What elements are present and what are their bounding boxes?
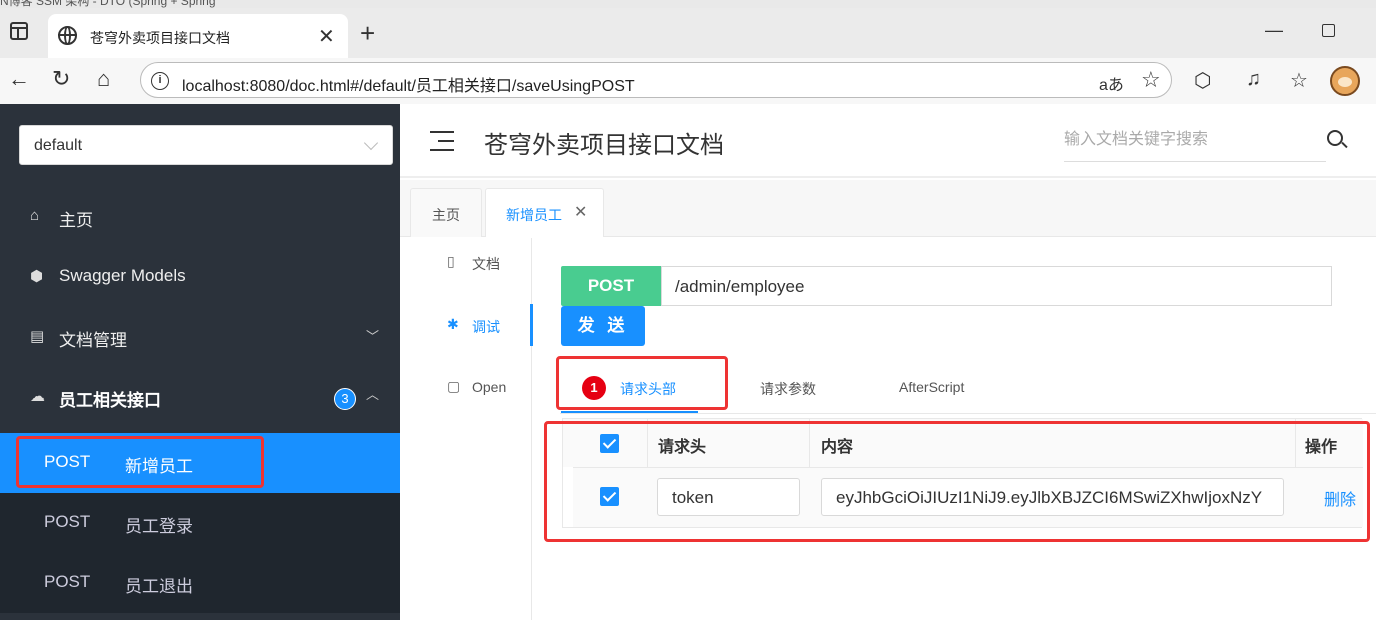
media-icon[interactable]: ♫	[1246, 68, 1261, 91]
api-item-employee-logout[interactable]: POST 员工退出	[0, 553, 400, 613]
browser-tabbar: 苍穹外卖项目接口文档 ✕ + —	[0, 8, 1376, 58]
api-name: 员工登录	[125, 517, 193, 536]
api-name: 员工退出	[125, 577, 193, 596]
new-tab-icon[interactable]: +	[360, 18, 375, 49]
sidebar-item-label: Swagger Models	[59, 266, 186, 285]
menu-fold-icon[interactable]	[430, 131, 454, 151]
profile-avatar[interactable]	[1330, 66, 1360, 96]
header-key-input[interactable]: token	[657, 478, 800, 516]
tab-label: 新增员工	[506, 207, 562, 223]
tab-label: 主页	[432, 207, 460, 223]
page-title: 苍穹外卖项目接口文档	[484, 132, 724, 159]
side-tab-label: Open	[472, 379, 507, 395]
tab-request-headers[interactable]: 请求头部	[620, 379, 676, 399]
favorites-icon[interactable]: ☆	[1290, 68, 1308, 93]
globe-icon	[58, 26, 77, 45]
sidebar-item-swagger-models[interactable]: ⬢ Swagger Models	[0, 247, 400, 307]
header-value-input[interactable]: eyJhbGciOiJIUzI1NiJ9.eyJlbXBJZCI6MSwiZXh…	[821, 478, 1284, 516]
background-tab-text: N博客 SSM 架构 - DTO (Spring + Spring	[0, 0, 216, 8]
home-icon[interactable]: ⌂	[97, 66, 110, 92]
doc-manage-icon: ▤	[30, 328, 45, 345]
tab-add-employee[interactable]: 新增员工 ✕	[485, 188, 604, 237]
side-tab-label: 调试	[472, 319, 500, 335]
tab-close-icon[interactable]: ✕	[318, 24, 335, 49]
api-method: POST	[44, 572, 91, 591]
group-select[interactable]: default	[19, 125, 393, 165]
search-icon[interactable]	[1327, 130, 1343, 146]
url-field[interactable]: i localhost:8080/doc.html#/default/员工相关接…	[140, 62, 1172, 98]
site-info-icon[interactable]: i	[151, 72, 169, 90]
annotation-marker: 1	[582, 376, 606, 400]
minimize-icon[interactable]: —	[1265, 20, 1283, 41]
api-method: POST	[44, 512, 91, 531]
sidebar-item-home[interactable]: ⌂ 主页	[0, 187, 400, 247]
read-aloud-icon[interactable]: aあ	[1099, 71, 1124, 95]
tab-home[interactable]: 主页	[410, 188, 482, 237]
sidebar: default ⌂ 主页 ⬢ Swagger Models ▤ 文档管理 ﹀ ☁…	[0, 104, 400, 620]
side-tab-label: 文档	[472, 256, 500, 272]
doc-search	[1064, 122, 1326, 162]
select-all-checkbox[interactable]	[600, 434, 619, 453]
count-badge: 3	[334, 388, 356, 410]
http-method-badge: POST	[561, 266, 661, 306]
refresh-icon[interactable]: ↻	[52, 66, 70, 92]
active-tab-indicator	[561, 411, 698, 413]
file-icon: ▢	[447, 378, 461, 394]
side-tab-doc[interactable]: ▯ 文档	[400, 241, 532, 281]
chevron-down-icon	[363, 135, 379, 151]
table-header-key: 请求头	[648, 419, 810, 467]
document-icon: ▯	[447, 253, 455, 269]
header-key-value: token	[672, 488, 714, 507]
side-tab-open[interactable]: ▢ Open	[400, 366, 532, 406]
doc-side-tabs: ▯ 文档 ✱ 调试 ▢ Open	[400, 238, 533, 620]
row-checkbox[interactable]	[600, 487, 619, 506]
sidebar-item-doc-manage[interactable]: ▤ 文档管理 ﹀	[0, 307, 400, 367]
send-button[interactable]: 发 送	[561, 306, 645, 346]
cloud-icon: ☁	[30, 388, 45, 405]
tab-actions-icon[interactable]	[10, 22, 28, 40]
home-icon: ⌂	[30, 207, 40, 224]
header-value-text: eyJhbGciOiJIUzI1NiJ9.eyJlbXBJZCI6MSwiZXh…	[836, 488, 1263, 507]
back-icon[interactable]: ←	[8, 66, 30, 92]
chevron-down-icon: ﹀	[366, 329, 380, 344]
group-select-value: default	[34, 137, 83, 154]
chevron-up-icon: ︿	[366, 387, 380, 402]
delete-link[interactable]: 删除	[1324, 486, 1356, 510]
bug-icon: ✱	[447, 316, 459, 332]
side-tab-debug[interactable]: ✱ 调试	[400, 304, 533, 346]
tab-afterscript[interactable]: AfterScript	[899, 379, 964, 395]
background-tab-strip: N博客 SSM 架构 - DTO (Spring + Spring	[0, 0, 1376, 8]
browser-tab-title: 苍穹外卖项目接口文档	[90, 30, 230, 46]
page-header: 苍穹外卖项目接口文档	[400, 104, 1376, 178]
request-path: /admin/employee	[675, 277, 805, 296]
table-header-value: 内容	[810, 419, 1296, 467]
table-header-select	[563, 419, 648, 467]
debug-tabs: 1 请求头部 请求参数 AfterScript	[560, 360, 1376, 414]
table-header-action: 操作	[1296, 419, 1363, 467]
tab-request-params[interactable]: 请求参数	[760, 379, 816, 399]
api-name: 新增员工	[125, 457, 193, 476]
maximize-icon[interactable]	[1322, 24, 1335, 37]
close-icon[interactable]: ✕	[574, 202, 587, 222]
cube-icon: ⬢	[30, 268, 44, 285]
browser-tab-active[interactable]: 苍穹外卖项目接口文档 ✕	[48, 14, 348, 58]
address-bar: ← ↻ ⌂ i localhost:8080/doc.html#/default…	[0, 58, 1376, 104]
url-text: localhost:8080/doc.html#/default/员工相关接口/…	[182, 78, 635, 95]
request-path-field[interactable]: /admin/employee	[661, 266, 1332, 306]
api-method: POST	[44, 452, 91, 471]
sidebar-item-label: 文档管理	[59, 331, 127, 350]
sidebar-item-label: 主页	[59, 211, 93, 230]
api-item-employee-login[interactable]: POST 员工登录	[0, 493, 400, 553]
headers-table: 请求头 内容 操作 token eyJhbGciOiJIUzI1NiJ9.eyJ…	[562, 418, 1363, 528]
extensions-icon[interactable]: ⬡	[1194, 68, 1211, 93]
search-input[interactable]	[1064, 122, 1304, 158]
content-tabs: 主页 新增员工 ✕	[400, 180, 1376, 237]
favorite-star-icon[interactable]: ☆	[1141, 67, 1161, 93]
sidebar-item-label: 员工相关接口	[59, 391, 161, 410]
api-item-add-employee[interactable]: POST 新增员工	[0, 433, 400, 493]
